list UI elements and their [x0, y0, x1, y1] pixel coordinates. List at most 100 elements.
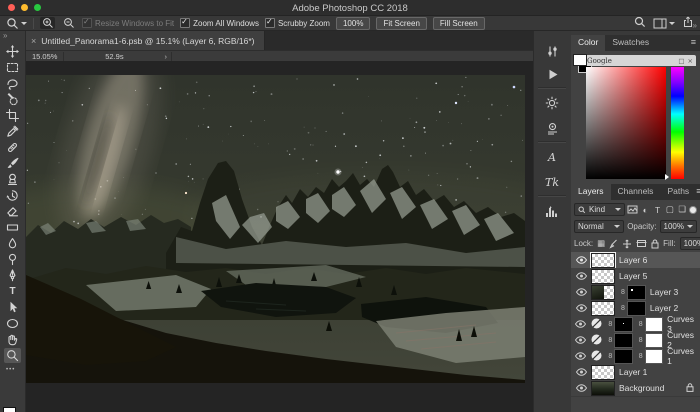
- quick-selection-tool[interactable]: [4, 92, 21, 107]
- path-selection-tool[interactable]: [4, 300, 21, 315]
- layer-name[interactable]: Curves 1: [667, 346, 700, 366]
- lock-transparency-icon[interactable]: ▦: [597, 238, 605, 249]
- gradient-tool[interactable]: [4, 220, 21, 235]
- zoom-tool[interactable]: [4, 348, 21, 363]
- zoom-in-button[interactable]: [40, 17, 55, 29]
- layer-mask-thumbnail[interactable]: [614, 317, 632, 332]
- zoom-out-button[interactable]: [61, 17, 76, 29]
- vector-mask-thumbnail[interactable]: [645, 317, 663, 332]
- layer-name[interactable]: Layer 5: [619, 271, 647, 281]
- tab-swatches[interactable]: Swatches: [605, 35, 656, 51]
- lock-artboard-icon[interactable]: [636, 239, 647, 248]
- close-window-icon[interactable]: ×: [688, 57, 693, 65]
- panel-menu-icon[interactable]: ≡: [696, 184, 700, 200]
- layer-row-layer1[interactable]: Layer 1: [571, 364, 700, 381]
- panel-menu-icon[interactable]: ≡: [691, 35, 700, 51]
- filter-type-icon[interactable]: T: [652, 205, 662, 215]
- histogram-panel-icon[interactable]: [539, 201, 565, 221]
- ellipse-tool[interactable]: [4, 316, 21, 331]
- foreground-background-colors[interactable]: [3, 407, 22, 412]
- status-zoom-level[interactable]: 15.05%: [26, 52, 64, 61]
- adjustments-panel-icon[interactable]: [539, 93, 565, 113]
- visibility-eye-icon[interactable]: [571, 304, 591, 312]
- curves-adjustment-icon[interactable]: [590, 317, 606, 332]
- hand-tool[interactable]: [4, 332, 21, 347]
- blur-tool[interactable]: [4, 236, 21, 251]
- tab-layers[interactable]: Layers: [571, 184, 611, 200]
- restore-window-icon[interactable]: □: [678, 57, 684, 65]
- layer-row-layer6[interactable]: Layer 6: [571, 252, 700, 269]
- move-tool[interactable]: [4, 44, 21, 59]
- properties-panel-icon[interactable]: [539, 41, 565, 61]
- layer-mask-thumbnail[interactable]: [614, 333, 632, 348]
- collapse-panels-icon[interactable]: »: [693, 21, 697, 30]
- canvas-area[interactable]: 15.05% 52.9s ›: [26, 50, 533, 412]
- status-timing[interactable]: 52.9s: [64, 52, 164, 61]
- layer-row-curves1[interactable]: 8 8 Curves 1: [571, 348, 700, 365]
- history-brush-tool[interactable]: [4, 188, 21, 203]
- type-tool[interactable]: T: [4, 284, 21, 299]
- layer-thumbnail[interactable]: [591, 285, 615, 300]
- layer-thumbnail[interactable]: [591, 301, 615, 316]
- layer-thumbnail[interactable]: [591, 269, 615, 284]
- opacity-dropdown[interactable]: 100%: [660, 220, 697, 233]
- layer-row-layer3[interactable]: 8 Layer 3: [571, 284, 700, 301]
- zoom-tool-preset-icon[interactable]: [6, 17, 27, 30]
- lock-all-icon[interactable]: [651, 239, 659, 249]
- filter-adjustment-icon[interactable]: ◐: [640, 205, 650, 215]
- curves-adjustment-icon[interactable]: [590, 333, 606, 348]
- layer-row-layer5[interactable]: Layer 5: [571, 268, 700, 285]
- filter-shape-icon[interactable]: ▢: [665, 204, 675, 215]
- lasso-tool[interactable]: [4, 76, 21, 91]
- curves-adjustment-icon[interactable]: [590, 349, 606, 364]
- workspace-switcher-icon[interactable]: [653, 18, 675, 29]
- layer-mask-thumbnail[interactable]: [614, 349, 632, 364]
- layer-thumbnail[interactable]: [591, 365, 615, 380]
- lock-pixels-icon[interactable]: [609, 239, 618, 249]
- document-image[interactable]: [26, 75, 525, 383]
- foreground-color-swatch[interactable]: [3, 407, 16, 412]
- fit-screen-button[interactable]: Fit Screen: [376, 17, 426, 30]
- layer-mask-thumbnail[interactable]: [627, 285, 646, 300]
- blend-mode-dropdown[interactable]: Normal: [574, 220, 624, 233]
- clone-stamp-tool[interactable]: [4, 172, 21, 187]
- tab-color[interactable]: Color: [571, 35, 605, 51]
- collapse-toolbar-icon[interactable]: »: [3, 31, 7, 40]
- visibility-eye-icon[interactable]: [571, 336, 590, 344]
- layer-name[interactable]: Layer 6: [619, 255, 647, 265]
- eyedropper-tool[interactable]: [4, 124, 21, 139]
- visibility-eye-icon[interactable]: [571, 352, 590, 360]
- scrubby-zoom-checkbox[interactable]: Scrubby Zoom: [265, 18, 330, 28]
- filter-kind-dropdown[interactable]: Kind: [574, 203, 625, 216]
- actions-panel-icon[interactable]: [539, 64, 565, 84]
- pen-tool[interactable]: [4, 268, 21, 283]
- filter-smart-object-icon[interactable]: ❏: [677, 204, 687, 215]
- filter-toggle[interactable]: [689, 206, 697, 214]
- brush-tool[interactable]: [4, 156, 21, 171]
- layer-name[interactable]: Layer 3: [650, 287, 678, 297]
- status-chevron-icon[interactable]: ›: [164, 52, 172, 61]
- spot-healing-brush-tool[interactable]: [4, 140, 21, 155]
- rectangular-marquee-tool[interactable]: [4, 60, 21, 75]
- visibility-eye-icon[interactable]: [571, 288, 591, 296]
- close-icon[interactable]: ×: [31, 36, 36, 46]
- edit-toolbar-ellipsis[interactable]: •••: [6, 367, 15, 373]
- vector-mask-thumbnail[interactable]: [645, 333, 663, 348]
- layer-name[interactable]: Layer 1: [619, 367, 647, 377]
- layer-thumbnail[interactable]: [591, 381, 615, 396]
- saturation-brightness-field[interactable]: [586, 67, 666, 179]
- layer-name[interactable]: Layer 2: [650, 303, 678, 313]
- hue-slider-marker[interactable]: [665, 174, 669, 180]
- visibility-eye-icon[interactable]: [571, 384, 591, 392]
- eraser-tool[interactable]: [4, 204, 21, 219]
- resize-windows-checkbox[interactable]: Resize Windows to Fit: [82, 18, 174, 28]
- tab-paths[interactable]: Paths: [660, 184, 696, 200]
- lock-position-icon[interactable]: [622, 239, 632, 249]
- glyphs-panel-icon[interactable]: A: [539, 147, 565, 167]
- visibility-eye-icon[interactable]: [571, 256, 591, 264]
- character-panel-icon[interactable]: Tk: [539, 172, 565, 192]
- visibility-eye-icon[interactable]: [571, 272, 591, 280]
- zoom-all-windows-checkbox[interactable]: Zoom All Windows: [180, 18, 259, 28]
- layer-name[interactable]: Background: [619, 383, 664, 393]
- visibility-eye-icon[interactable]: [571, 320, 590, 328]
